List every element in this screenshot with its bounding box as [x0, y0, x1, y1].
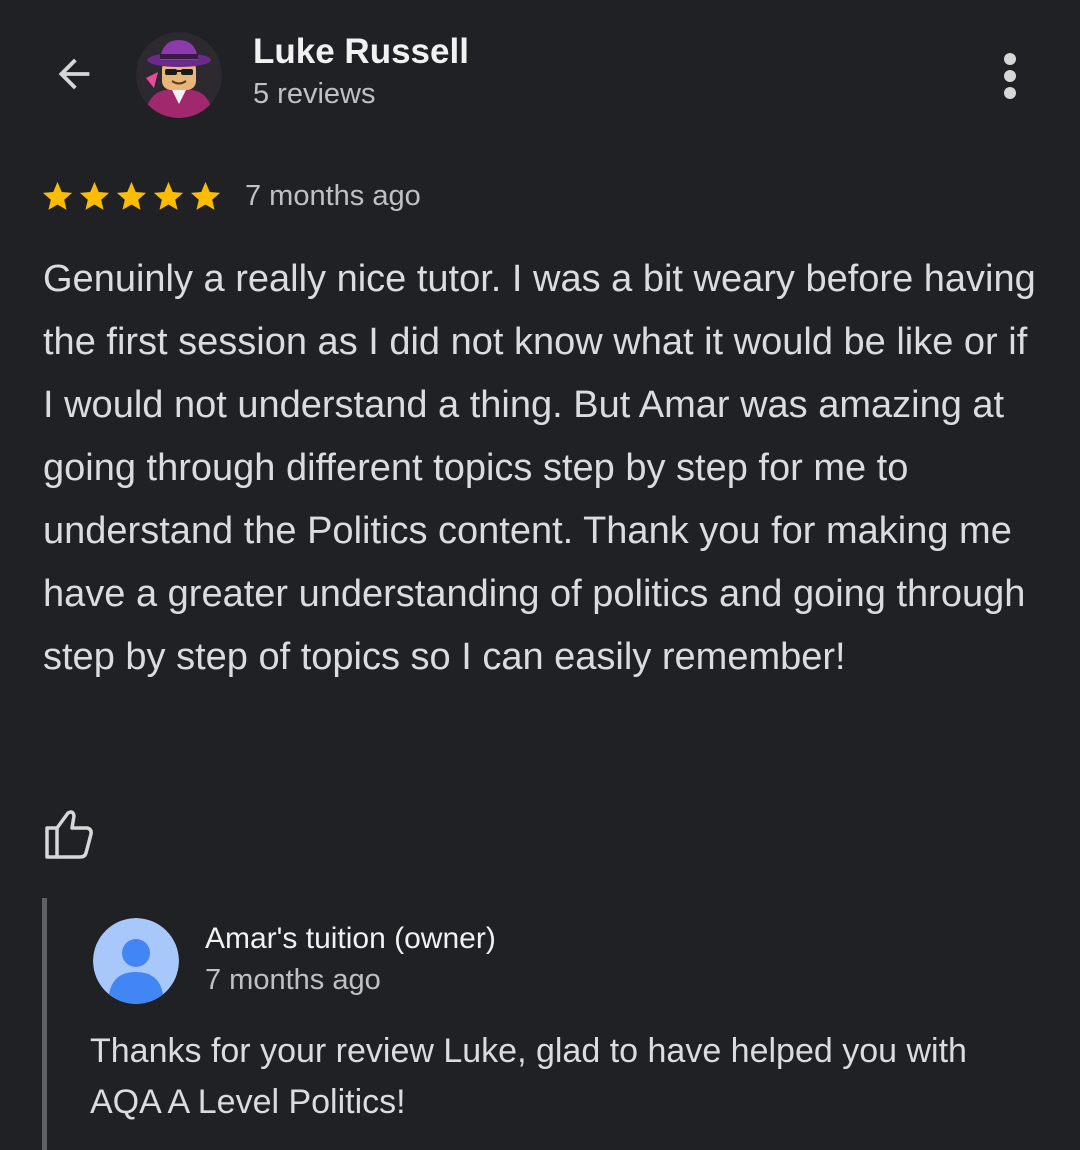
- star-rating: [40, 179, 223, 214]
- arrow-left-icon: [58, 58, 90, 90]
- person-icon: [93, 918, 179, 1004]
- owner-reply-time: 7 months ago: [205, 964, 381, 996]
- reviewer-review-count: 5 reviews: [253, 78, 376, 110]
- thumbs-up-icon: [45, 810, 93, 859]
- more-vertical-icon: [1004, 53, 1016, 99]
- owner-avatar: [93, 918, 179, 1004]
- star-icon: [42, 181, 73, 210]
- more-options-button[interactable]: [988, 46, 1032, 106]
- star-icon: [79, 181, 110, 210]
- like-button[interactable]: [40, 806, 100, 866]
- star-icon: [116, 181, 147, 210]
- star-icon: [190, 181, 221, 210]
- reviewer-avatar[interactable]: [136, 32, 222, 118]
- star-icon: [153, 181, 184, 210]
- owner-reply-text: Thanks for your review Luke, glad to hav…: [90, 1032, 967, 1121]
- back-button[interactable]: [44, 44, 104, 104]
- owner-name: Amar's tuition (owner): [205, 922, 496, 955]
- rating-row: 7 months ago: [40, 172, 421, 220]
- review-header: Luke Russell 5 reviews: [0, 0, 1080, 150]
- reviewer-name[interactable]: Luke Russell: [253, 32, 469, 72]
- review-text: Genuinly a really nice tutor. I was a bi…: [43, 258, 1036, 678]
- review-time: 7 months ago: [245, 179, 421, 212]
- owner-reply: Amar's tuition (owner) 7 months ago Than…: [42, 898, 1047, 1150]
